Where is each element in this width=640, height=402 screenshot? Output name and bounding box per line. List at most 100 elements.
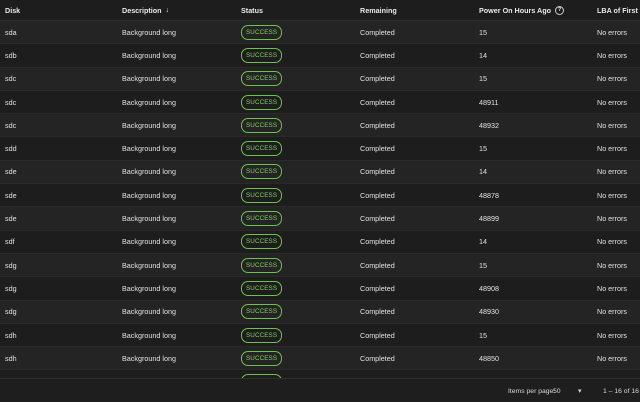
cell-disk: sdg bbox=[5, 283, 17, 293]
status-badge: SUCCESS bbox=[241, 47, 283, 63]
cell-power-on-hours: 15 bbox=[479, 74, 487, 84]
cell-remaining: Completed bbox=[360, 237, 395, 247]
caret-down-icon[interactable]: ▾ bbox=[578, 387, 582, 395]
cell-status: SUCCESS bbox=[241, 21, 283, 43]
cell-lba: No errors bbox=[597, 144, 627, 154]
table-row: sdc Background long SUCCESS Completed 15 No e… bbox=[0, 67, 640, 91]
cell-disk: sdf bbox=[5, 237, 15, 247]
cell-description: Background long bbox=[122, 167, 176, 177]
help-circle-icon[interactable]: ? bbox=[555, 5, 565, 15]
cell-status: SUCCESS bbox=[241, 91, 283, 113]
cell-power-on-hours: 48850 bbox=[479, 353, 499, 363]
cell-remaining: Completed bbox=[360, 74, 395, 84]
cell-remaining: Completed bbox=[360, 97, 395, 107]
status-badge: SUCCESS bbox=[241, 257, 283, 273]
cell-power-on-hours: 15 bbox=[479, 27, 487, 37]
cell-remaining: Completed bbox=[360, 50, 395, 60]
table-row: sdf Background long SUCCESS Completed 14 No e… bbox=[0, 230, 640, 254]
cell-remaining: Completed bbox=[360, 260, 395, 270]
status-badge: SUCCESS bbox=[241, 280, 283, 296]
cell-description: Background long bbox=[122, 144, 176, 154]
cell-description: Background long bbox=[122, 50, 176, 60]
cell-lba: No errors bbox=[597, 27, 627, 37]
cell-status: SUCCESS bbox=[241, 114, 283, 136]
table-row: sdh Background long SUCCESS Completed 15 No e… bbox=[0, 323, 640, 348]
table-row: sde Background long SUCCESS Completed 48878 N… bbox=[0, 184, 640, 208]
status-badge: SUCCESS bbox=[241, 211, 283, 227]
table-body: sda Background long SUCCESS Completed 15 No e… bbox=[0, 21, 640, 378]
col-header-description[interactable]: Description ↓ bbox=[122, 0, 169, 20]
cell-lba: No errors bbox=[597, 370, 627, 378]
cell-status: SUCCESS bbox=[241, 254, 283, 276]
cell-lba: No errors bbox=[597, 120, 627, 130]
table-row: sde Background long SUCCESS Completed 14 No e… bbox=[0, 160, 640, 185]
col-header-power-on-hours[interactable]: Power On Hours Ago ? bbox=[479, 0, 565, 20]
col-header-lba[interactable]: LBA of First Error bbox=[597, 0, 640, 20]
table-row: sdg Background long SUCCESS Completed 48908 N… bbox=[0, 277, 640, 301]
cell-disk: sdc bbox=[5, 120, 17, 130]
cell-power-on-hours: 48871 bbox=[479, 370, 499, 378]
cell-remaining: Completed bbox=[360, 330, 395, 340]
cell-remaining: Completed bbox=[360, 120, 395, 130]
cell-disk: sde bbox=[5, 214, 17, 224]
cell-remaining: Completed bbox=[360, 214, 395, 224]
cell-description: Background long bbox=[122, 74, 176, 84]
smart-results-view: Disk Description ↓ Status Remaining Powe… bbox=[0, 0, 640, 402]
cell-remaining: Completed bbox=[360, 190, 395, 200]
cell-power-on-hours: 15 bbox=[479, 330, 487, 340]
cell-description: Background long bbox=[122, 283, 176, 293]
status-badge: SUCCESS bbox=[241, 327, 283, 343]
cell-power-on-hours: 15 bbox=[479, 144, 487, 154]
status-badge: SUCCESS bbox=[241, 94, 283, 110]
cell-power-on-hours: 15 bbox=[479, 260, 487, 270]
cell-status: SUCCESS bbox=[241, 161, 283, 183]
cell-disk: sde bbox=[5, 190, 17, 200]
col-header-status[interactable]: Status bbox=[241, 0, 263, 20]
status-badge: SUCCESS bbox=[241, 24, 283, 40]
cell-disk: sdg bbox=[5, 307, 17, 317]
status-badge: SUCCESS bbox=[241, 117, 283, 133]
cell-status: SUCCESS bbox=[241, 44, 283, 66]
cell-description: Background long bbox=[122, 120, 176, 130]
status-badge: SUCCESS bbox=[241, 187, 283, 203]
cell-power-on-hours: 48899 bbox=[479, 214, 499, 224]
cell-status: SUCCESS bbox=[241, 231, 283, 253]
cell-status: SUCCESS bbox=[241, 207, 283, 229]
cell-power-on-hours: 48911 bbox=[479, 97, 499, 107]
table-row: sda Background long SUCCESS Completed 15 No e… bbox=[0, 21, 640, 45]
col-header-remaining[interactable]: Remaining bbox=[360, 0, 397, 20]
status-badge: SUCCESS bbox=[241, 71, 283, 87]
cell-power-on-hours: 48878 bbox=[479, 190, 499, 200]
status-badge: SUCCESS bbox=[241, 141, 283, 157]
cell-lba: No errors bbox=[597, 307, 627, 317]
cell-disk: sde bbox=[5, 167, 17, 177]
cell-power-on-hours: 14 bbox=[479, 237, 487, 247]
cell-description: Background long bbox=[122, 27, 176, 37]
cell-power-on-hours: 48930 bbox=[479, 307, 499, 317]
cell-remaining: Completed bbox=[360, 144, 395, 154]
status-badge: SUCCESS bbox=[241, 164, 283, 180]
cell-remaining: Completed bbox=[360, 370, 395, 378]
cell-lba: No errors bbox=[597, 260, 627, 270]
cell-power-on-hours: 48908 bbox=[479, 283, 499, 293]
cell-description: Background long bbox=[122, 330, 176, 340]
cell-disk: sdc bbox=[5, 97, 17, 107]
col-header-disk[interactable]: Disk bbox=[5, 0, 20, 20]
cell-status: SUCCESS bbox=[241, 137, 283, 159]
table-header-row: Disk Description ↓ Status Remaining Powe… bbox=[0, 0, 640, 21]
table-row: sdh Background long SUCCESS Completed 48871 N… bbox=[0, 370, 640, 378]
table-row: sdc Background long SUCCESS Completed 48932 N… bbox=[0, 114, 640, 138]
items-per-page-label: Items per page: bbox=[508, 388, 556, 395]
cell-status: SUCCESS bbox=[241, 68, 283, 90]
cell-description: Background long bbox=[122, 260, 176, 270]
table-row: sdd Background long SUCCESS Completed 15 No e… bbox=[0, 137, 640, 161]
cell-power-on-hours: 48932 bbox=[479, 120, 499, 130]
cell-power-on-hours: 14 bbox=[479, 167, 487, 177]
cell-status: SUCCESS bbox=[241, 301, 283, 323]
cell-disk: sdh bbox=[5, 370, 17, 378]
cell-lba: No errors bbox=[597, 214, 627, 224]
cell-disk: sda bbox=[5, 27, 17, 37]
cell-description: Background long bbox=[122, 237, 176, 247]
table-row: sdg Background long SUCCESS Completed 48930 N… bbox=[0, 300, 640, 324]
cell-description: Background long bbox=[122, 307, 176, 317]
